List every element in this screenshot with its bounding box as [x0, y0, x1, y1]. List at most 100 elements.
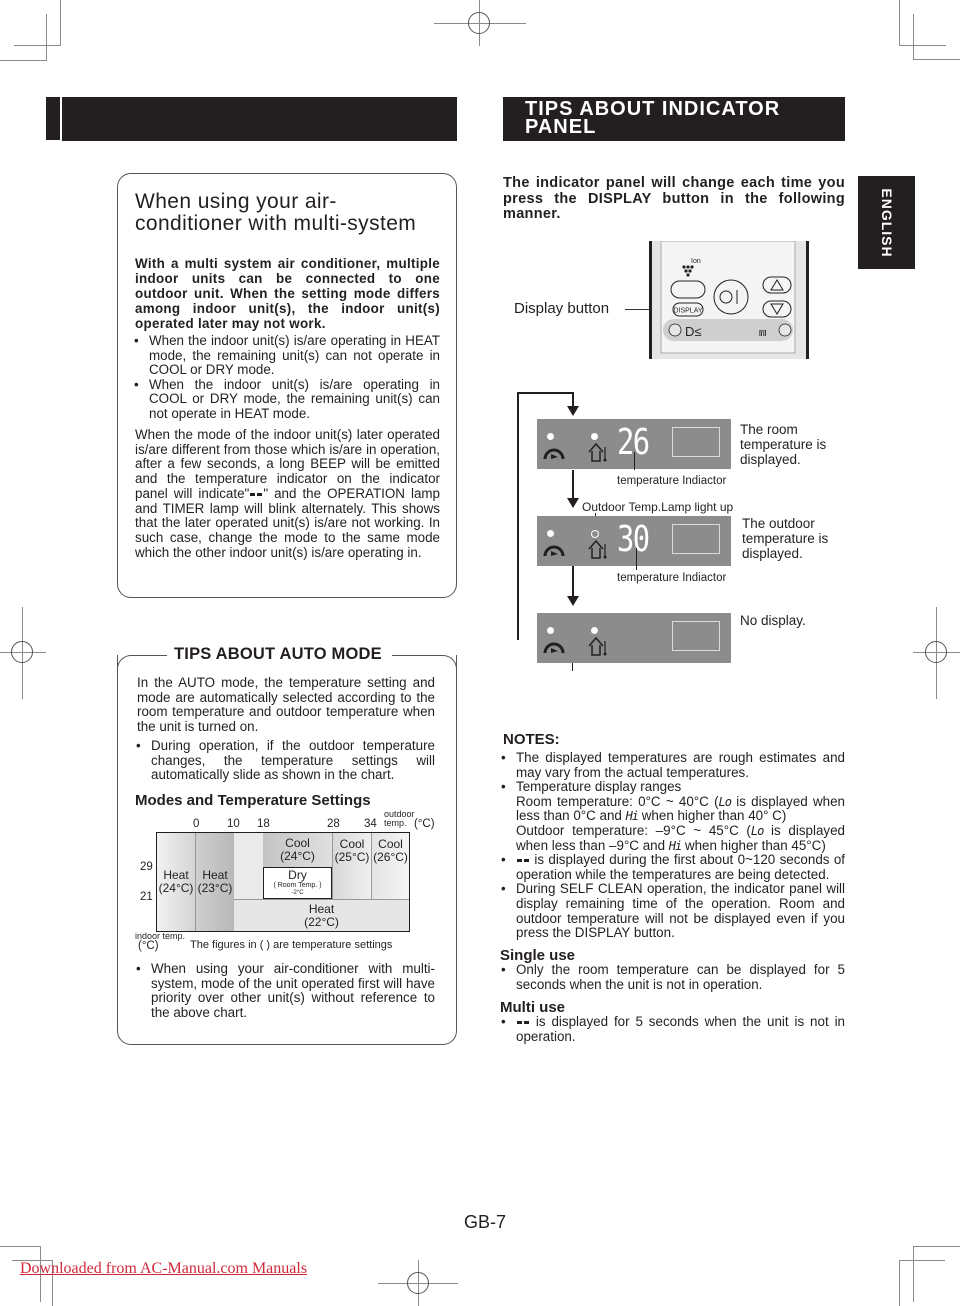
- operation-gauge-icon: [543, 448, 565, 460]
- dash-symbol: [516, 1014, 530, 1029]
- download-source-link[interactable]: Downloaded from AC-Manual.com Manuals: [20, 1260, 307, 1278]
- flow-loop-line: [517, 392, 519, 640]
- panel-description: The room temperature is displayed.: [740, 422, 827, 467]
- modes-temperature-chart: 0 10 18 28 34 outdoor temp. (°C) 29 21 He…: [135, 809, 440, 955]
- multi-system-title: When using your air-conditioner with mul…: [135, 190, 417, 235]
- outdoor-temp-lamp: [591, 433, 598, 440]
- note-item: Only the room temperature can be display…: [500, 962, 845, 992]
- x-tick: 18: [257, 818, 270, 830]
- region-heat-22: Heat (22°C): [234, 899, 409, 931]
- chart-frame: Heat (24°C) Heat (23°C) Cool (24°C) Dry ( R…: [156, 832, 410, 932]
- y-tick: 29: [140, 861, 153, 873]
- auto-mode-body: In the AUTO mode, the temperature settin…: [137, 675, 435, 735]
- hi-symbol: Hi: [668, 838, 682, 853]
- panel-caption: temperature Indiactor: [617, 475, 727, 487]
- svg-text:DISPLAY: DISPLAY: [673, 308, 702, 315]
- outdoor-temp-lamp: [591, 627, 598, 634]
- notes-heading: NOTES:: [503, 731, 560, 748]
- flow-arrow-stem: [572, 566, 574, 596]
- language-tab-label: ENGLISH: [878, 187, 895, 258]
- note-item: During SELF CLEAN operation, the indicat…: [500, 881, 845, 940]
- auto-mode-title: TIPS ABOUT AUTO MODE: [174, 645, 382, 663]
- chart-title: Modes and Temperature Settings: [135, 792, 371, 809]
- y-tick: 21: [140, 891, 153, 903]
- timer-display-frame: [672, 621, 720, 651]
- flow-loop-line: [517, 392, 573, 394]
- caption-leader: [634, 452, 635, 470]
- section-header: TIPS ABOUT INDICATOR PANEL: [503, 97, 845, 141]
- panel-caption: temperature Indiactor: [617, 572, 727, 584]
- region-heat-24: Heat (24°C): [157, 833, 195, 931]
- bullet-item: During operation, if the outdoor tempera…: [135, 738, 435, 783]
- svg-text:Ion: Ion: [691, 258, 701, 265]
- flow-arrow-down: [567, 498, 579, 508]
- indicator-panel-outdoor: 30: [537, 516, 731, 566]
- bullet-item: When using your air-conditioner with mul…: [135, 961, 435, 1021]
- left-header-tab: [46, 97, 60, 140]
- region-cool-25: Cool (25°C): [332, 833, 371, 899]
- multi-system-body: When the mode of the indoor unit(s) late…: [135, 427, 440, 560]
- region-heat-23: Heat (23°C): [195, 833, 234, 931]
- display-button-label: Display button: [514, 300, 610, 317]
- y-axis-unit: (°C): [138, 940, 159, 952]
- panel-description: No display.: [740, 613, 806, 628]
- panel-description: The outdoor temperature is displayed.: [742, 516, 829, 561]
- single-use-heading: Single use: [500, 946, 576, 964]
- note-item: is displayed for 5 seconds when the unit…: [500, 1014, 845, 1044]
- timer-display-frame: [672, 427, 720, 457]
- svg-text:D≤: D≤: [685, 324, 702, 339]
- dash-symbol: [249, 486, 263, 501]
- region-dry: Dry ( Room Temp. ) -2°C: [263, 867, 332, 899]
- dash-symbol: [516, 852, 530, 867]
- multi-system-intro: With a multi system air conditioner, mul…: [135, 256, 440, 331]
- x-tick: 34: [364, 818, 377, 830]
- auto-mode-bullet: When using your air-conditioner with mul…: [135, 961, 435, 1021]
- lo-symbol: Lo: [718, 794, 732, 809]
- outdoor-temp-lamp-lit: [591, 530, 599, 538]
- bullet-item: When the indoor unit(s) is/are operating…: [133, 333, 440, 378]
- house-thermometer-icon: [588, 442, 607, 462]
- note-item: is displayed during the first about 0~12…: [500, 852, 845, 882]
- section-header-title: TIPS ABOUT INDICATOR PANEL: [525, 98, 781, 138]
- language-tab: ENGLISH: [858, 176, 915, 269]
- bullet-item: When the indoor unit(s) is/are operating…: [133, 377, 440, 422]
- chart-footnote: The figures in ( ) are temperature setti…: [190, 939, 393, 951]
- temperature-digits: 26: [617, 422, 650, 463]
- house-thermometer-icon: [588, 636, 607, 656]
- flow-arrow-stem: [572, 392, 574, 406]
- multi-system-bullets: When the indoor unit(s) is/are operating…: [133, 333, 440, 422]
- svg-text:⩎: ⩎: [759, 324, 766, 339]
- timer-display-frame: [672, 524, 720, 554]
- left-header-bar: [62, 97, 457, 141]
- box-border: [117, 655, 167, 669]
- temperature-digits: 30: [617, 519, 650, 560]
- multi-use-heading: Multi use: [500, 998, 566, 1016]
- x-axis-unit: (°C): [414, 818, 435, 830]
- operation-gauge-icon: [543, 642, 565, 654]
- region-cool-26: Cool (26°C): [371, 833, 409, 899]
- indicator-panel-off: [537, 613, 731, 663]
- hi-symbol: Hi: [625, 809, 639, 824]
- indicator-intro: The indicator panel will change each tim…: [503, 175, 845, 222]
- flow-arrow-down: [567, 406, 579, 416]
- note-item: Temperature display ranges Room temperat…: [500, 779, 845, 853]
- ion-button: [670, 280, 706, 299]
- caption-leader: [636, 548, 637, 570]
- note-item: The displayed temperatures are rough est…: [500, 750, 845, 780]
- house-thermometer-icon: [588, 539, 607, 559]
- power-button: [713, 279, 749, 315]
- x-axis-label: outdoor temp.: [384, 809, 415, 828]
- operation-lamp: [547, 530, 554, 537]
- flow-arrow-down: [567, 596, 579, 606]
- region-cool-24: Cool (24°C): [263, 833, 332, 867]
- auto-mode-bullet: During operation, if the outdoor tempera…: [135, 738, 435, 783]
- x-tick: 0: [193, 818, 200, 830]
- page-number: GB-7: [464, 1212, 507, 1232]
- notes-list: The displayed temperatures are rough est…: [500, 750, 845, 1044]
- operation-lamp: [547, 627, 554, 634]
- box-border: [392, 655, 457, 669]
- remote-control-illustration: Ion DISPLAY D≤ ⩎: [649, 241, 809, 359]
- flow-arrow-stem: [572, 663, 573, 671]
- x-tick: 28: [327, 818, 340, 830]
- lo-symbol: Lo: [750, 823, 764, 838]
